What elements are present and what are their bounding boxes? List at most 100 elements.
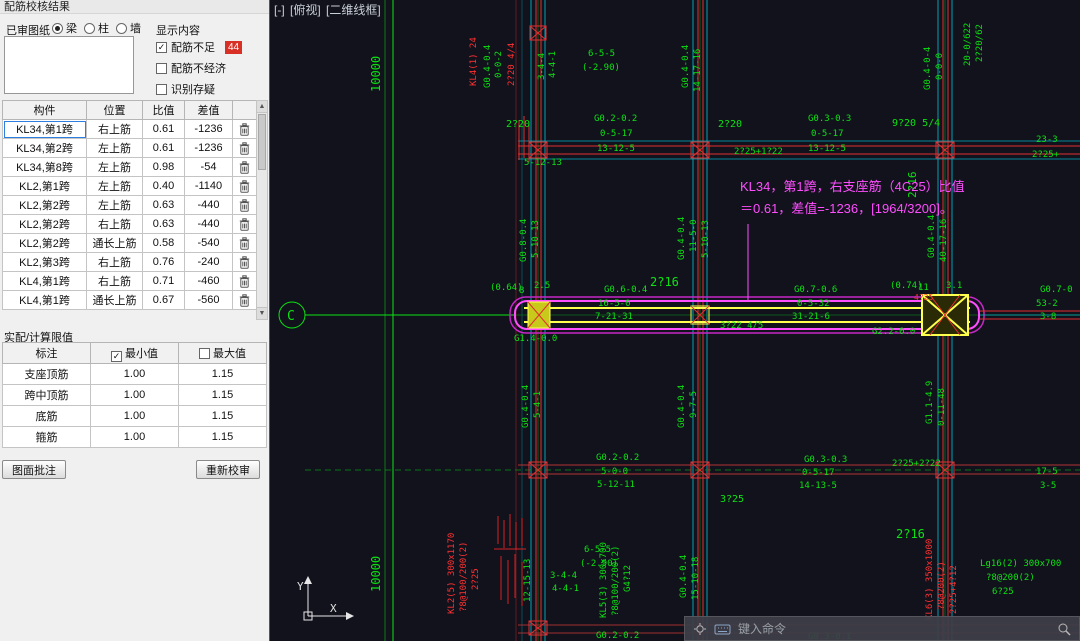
- cad-viewport[interactable]: C 10000 10000 KL4(1) 24 G0.4-0.4 0-0-2 2?20 4/…: [270, 0, 1080, 641]
- cell-diff: -460: [184, 271, 233, 291]
- max-checkbox[interactable]: [199, 348, 210, 359]
- svg-text:0-5-32: 0-5-32: [797, 299, 830, 309]
- limits-table: 标注 最小值 最大值 支座顶筋1.001.15跨中顶筋1.001.15底筋1.0…: [2, 342, 267, 448]
- scroll-thumb[interactable]: [258, 114, 266, 170]
- svg-text:4-4-1: 4-4-1: [552, 584, 579, 594]
- table-row[interactable]: KL4,第1跨 通长上筋 0.67 -560: [2, 290, 257, 310]
- col-position[interactable]: 位置: [86, 100, 143, 120]
- cell-member[interactable]: KL2,第2跨: [2, 233, 87, 253]
- limit-max[interactable]: 1.15: [178, 384, 267, 406]
- limit-min[interactable]: 1.00: [90, 426, 179, 448]
- delete-icon[interactable]: [239, 160, 250, 174]
- svg-text:4-4-1: 4-4-1: [548, 51, 558, 78]
- delete-icon[interactable]: [239, 293, 250, 307]
- cell-ratio: 0.63: [142, 195, 185, 215]
- radio-梁[interactable]: 梁: [52, 20, 77, 36]
- table-row[interactable]: KL2,第2跨 通长上筋 0.58 -540: [2, 233, 257, 253]
- cell-delete[interactable]: [232, 252, 257, 272]
- svg-text:C: C: [287, 309, 295, 324]
- delete-icon[interactable]: [239, 122, 250, 136]
- limit-min[interactable]: 1.00: [90, 384, 179, 406]
- cell-delete[interactable]: [232, 157, 257, 177]
- checkbox-配筋不足[interactable]: 配筋不足44: [156, 39, 243, 55]
- limit-max[interactable]: 1.15: [178, 405, 267, 427]
- cell-delete[interactable]: [232, 138, 257, 158]
- limit-min[interactable]: 1.00: [90, 363, 179, 385]
- viewport-view-control[interactable]: [俯视]: [290, 3, 321, 17]
- table-row[interactable]: KL34,第1跨 右上筋 0.61 -1236: [2, 119, 257, 139]
- viewport-minimize-control[interactable]: [-]: [274, 3, 285, 17]
- reviewed-sheet-list[interactable]: [4, 36, 134, 94]
- cell-member[interactable]: KL4,第1跨: [2, 271, 87, 291]
- cell-delete[interactable]: [232, 176, 257, 196]
- delete-icon[interactable]: [239, 274, 250, 288]
- cell-delete[interactable]: [232, 233, 257, 253]
- display-options: 配筋不足44 配筋不经济识别存疑: [156, 39, 243, 102]
- cell-member[interactable]: KL4,第1跨: [2, 290, 87, 310]
- command-bar[interactable]: 键入命令: [684, 616, 1080, 641]
- svg-text:5-12-13: 5-12-13: [524, 158, 562, 168]
- svg-text:5-12-11: 5-12-11: [597, 480, 635, 490]
- svg-text:(0.64): (0.64): [490, 283, 523, 293]
- table-row[interactable]: KL34,第2跨 左上筋 0.61 -1236: [2, 138, 257, 158]
- cell-delete[interactable]: [232, 290, 257, 310]
- delete-icon[interactable]: [239, 179, 250, 193]
- cell-member[interactable]: KL2,第2跨: [2, 195, 87, 215]
- delete-icon[interactable]: [239, 141, 250, 155]
- scroll-up-icon[interactable]: ▲: [257, 101, 267, 113]
- cell-delete[interactable]: [232, 214, 257, 234]
- annotate-drawing-button[interactable]: 图面批注: [2, 460, 66, 479]
- checkbox-配筋不经济[interactable]: 配筋不经济: [156, 60, 242, 76]
- checkbox-识别存疑[interactable]: 识别存疑: [156, 81, 242, 97]
- cell-delete[interactable]: [232, 119, 257, 139]
- cell-delete[interactable]: [232, 271, 257, 291]
- limit-min[interactable]: 1.00: [90, 405, 179, 427]
- cell-member[interactable]: KL34,第2跨: [2, 138, 87, 158]
- table-scrollbar[interactable]: ▲ ▼: [256, 100, 268, 320]
- cell-member[interactable]: KL34,第8跨: [2, 157, 87, 177]
- table-row[interactable]: KL2,第1跨 左上筋 0.40 -1140: [2, 176, 257, 196]
- radio-柱[interactable]: 柱: [84, 20, 109, 36]
- table-row[interactable]: KL2,第2跨 左上筋 0.63 -440: [2, 195, 257, 215]
- delete-icon[interactable]: [239, 198, 250, 212]
- command-input[interactable]: 键入命令: [738, 620, 1050, 637]
- radio-墙[interactable]: 墙: [116, 20, 141, 36]
- delete-icon[interactable]: [239, 255, 250, 269]
- svg-text:16-5-0: 16-5-0: [598, 299, 631, 309]
- svg-text:2.5: 2.5: [534, 281, 550, 291]
- cell-member[interactable]: KL2,第2跨: [2, 214, 87, 234]
- search-icon[interactable]: [1057, 622, 1071, 636]
- col-ratio[interactable]: 比值: [142, 100, 185, 120]
- limits-max-header[interactable]: 最大值: [178, 342, 267, 364]
- cell-member[interactable]: KL34,第1跨: [2, 119, 87, 139]
- min-checkbox[interactable]: [111, 350, 122, 362]
- recheck-button[interactable]: 重新校审: [196, 460, 260, 479]
- svg-text:G0.4-0-4: G0.4-0-4: [923, 47, 933, 90]
- delete-icon[interactable]: [239, 217, 250, 231]
- table-row[interactable]: KL2,第3跨 右上筋 0.76 -240: [2, 252, 257, 272]
- table-row[interactable]: KL4,第1跨 右上筋 0.71 -460: [2, 271, 257, 291]
- limit-max[interactable]: 1.15: [178, 426, 267, 448]
- limit-name: 底筋: [2, 405, 91, 427]
- table-row[interactable]: KL34,第8跨 左上筋 0.98 -54: [2, 157, 257, 177]
- svg-text:G1.4-0.0: G1.4-0.0: [514, 334, 557, 344]
- scroll-down-icon[interactable]: ▼: [257, 307, 267, 319]
- svg-text:9?20 5/4: 9?20 5/4: [892, 118, 940, 129]
- cell-diff: -560: [184, 290, 233, 310]
- table-row[interactable]: KL2,第2跨 右上筋 0.63 -440: [2, 214, 257, 234]
- cell-delete[interactable]: [232, 195, 257, 215]
- cell-member[interactable]: KL2,第1跨: [2, 176, 87, 196]
- svg-text:9-7-5: 9-7-5: [689, 391, 699, 418]
- cell-diff: -54: [184, 157, 233, 177]
- customize-icon[interactable]: [693, 622, 707, 636]
- col-diff[interactable]: 差值: [184, 100, 233, 120]
- col-member[interactable]: 构件: [2, 100, 87, 120]
- cell-member[interactable]: KL2,第3跨: [2, 252, 87, 272]
- delete-icon[interactable]: [239, 236, 250, 250]
- svg-text:3?22 4/5: 3?22 4/5: [720, 321, 763, 331]
- limit-max[interactable]: 1.15: [178, 363, 267, 385]
- cell-diff: -1236: [184, 119, 233, 139]
- svg-text:8: 8: [519, 286, 524, 296]
- limits-min-header[interactable]: 最小值: [90, 342, 179, 364]
- viewport-visual-style-control[interactable]: [二维线框]: [326, 3, 381, 17]
